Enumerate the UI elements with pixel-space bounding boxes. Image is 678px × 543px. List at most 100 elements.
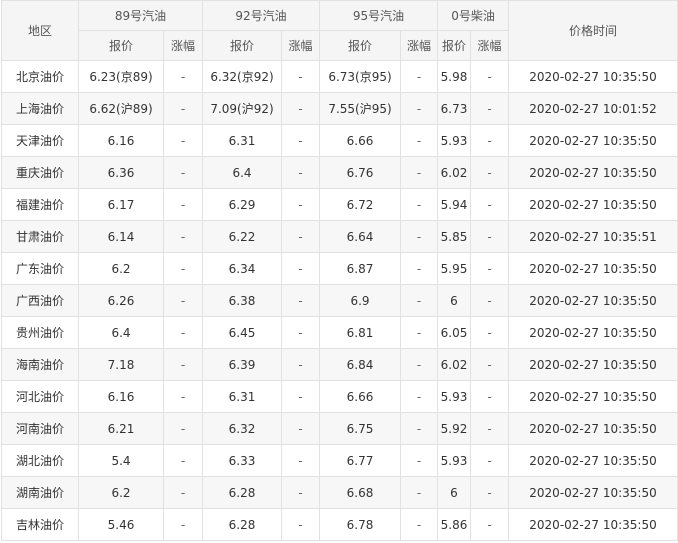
region-cell: 重庆油价 xyxy=(1,156,79,189)
change-0-cell: - xyxy=(469,124,510,157)
change-89-cell: - xyxy=(163,508,203,541)
region-cell: 北京油价 xyxy=(1,60,79,93)
price-89-cell: 6.4 xyxy=(78,316,164,349)
header-fuel-92: 92号汽油 xyxy=(202,0,320,31)
region-cell: 广东油价 xyxy=(1,252,79,285)
region-cell: 贵州油价 xyxy=(1,316,79,349)
change-89-cell: - xyxy=(163,188,203,221)
change-95-cell: - xyxy=(400,188,438,221)
price-0-cell: 6.73 xyxy=(437,92,471,125)
change-0-cell: - xyxy=(469,380,510,413)
price-0-cell: 6 xyxy=(437,284,471,317)
price-time-cell: 2020-02-27 10:35:50 xyxy=(508,188,678,221)
price-92-cell: 6.22 xyxy=(202,220,282,253)
change-0-cell: - xyxy=(469,92,510,125)
price-0-cell: 5.93 xyxy=(437,444,471,477)
price-95-cell: 6.73(京95) xyxy=(319,60,401,93)
price-0-cell: 6.05 xyxy=(437,316,471,349)
change-92-cell: - xyxy=(281,252,320,285)
change-92-cell: - xyxy=(281,508,320,541)
header-price-95: 报价 xyxy=(319,30,401,61)
price-89-cell: 6.26 xyxy=(78,284,164,317)
table-row: 河北油价 6.16-6.31-6.66-5.93-2020-02-27 10:35… xyxy=(1,380,678,413)
price-89-cell: 5.4 xyxy=(78,444,164,477)
change-92-cell: - xyxy=(281,444,320,477)
change-0-cell: - xyxy=(469,60,510,93)
price-0-cell: 5.93 xyxy=(437,124,471,157)
change-92-cell: - xyxy=(281,476,320,509)
price-time-cell: 2020-02-27 10:35:50 xyxy=(508,348,678,381)
change-0-cell: - xyxy=(469,348,510,381)
change-92-cell: - xyxy=(281,412,320,445)
price-95-cell: 6.84 xyxy=(319,348,401,381)
price-89-cell: 6.2 xyxy=(78,476,164,509)
table-row: 河南油价 6.21-6.32-6.75-5.92-2020-02-27 10:35… xyxy=(1,412,678,445)
change-95-cell: - xyxy=(400,476,438,509)
table-row: 天津油价 6.16-6.31-6.66-5.93-2020-02-27 10:35… xyxy=(1,124,678,157)
change-89-cell: - xyxy=(163,380,203,413)
change-95-cell: - xyxy=(400,508,438,541)
header-change-92: 涨幅 xyxy=(281,30,320,61)
price-95-cell: 6.81 xyxy=(319,316,401,349)
change-0-cell: - xyxy=(469,284,510,317)
change-95-cell: - xyxy=(400,380,438,413)
table-row: 湖北油价 5.4-6.33-6.77-5.93-2020-02-27 10:35:… xyxy=(1,444,678,477)
table-row: 上海油价 6.62(沪89) -7.09(沪92) -7.55(沪95) -6.73-2… xyxy=(1,92,678,125)
region-cell: 上海油价 xyxy=(1,92,79,125)
price-92-cell: 6.45 xyxy=(202,316,282,349)
price-89-cell: 6.16 xyxy=(78,380,164,413)
price-time-cell: 2020-02-27 10:35:50 xyxy=(508,380,678,413)
price-time-cell: 2020-02-27 10:35:50 xyxy=(508,508,678,541)
change-89-cell: - xyxy=(163,348,203,381)
change-95-cell: - xyxy=(400,252,438,285)
price-89-cell: 6.14 xyxy=(78,220,164,253)
header-price-89: 报价 xyxy=(78,30,164,61)
table-row: 广西油价 6.26-6.38-6.9-6-2020-02-27 10:35:50 xyxy=(1,284,678,317)
price-time-cell: 2020-02-27 10:35:51 xyxy=(508,220,678,253)
change-92-cell: - xyxy=(281,284,320,317)
change-0-cell: - xyxy=(469,444,510,477)
change-89-cell: - xyxy=(163,412,203,445)
table-row: 贵州油价 6.4-6.45-6.81-6.05-2020-02-27 10:35:… xyxy=(1,316,678,349)
header-change-0: 涨幅 xyxy=(469,30,510,61)
table-header: 地区 89号汽油 92号汽油 95号汽油 0号柴油 价格时间 报价 涨幅 报价 … xyxy=(1,0,678,61)
change-95-cell: - xyxy=(400,284,438,317)
region-cell: 河南油价 xyxy=(1,412,79,445)
price-95-cell: 6.78 xyxy=(319,508,401,541)
change-92-cell: - xyxy=(281,92,320,125)
price-89-cell: 6.16 xyxy=(78,124,164,157)
region-cell: 甘肃油价 xyxy=(1,220,79,253)
region-cell: 河北油价 xyxy=(1,380,79,413)
change-0-cell: - xyxy=(469,188,510,221)
price-89-cell: 7.18 xyxy=(78,348,164,381)
change-92-cell: - xyxy=(281,220,320,253)
price-time-cell: 2020-02-27 10:35:50 xyxy=(508,284,678,317)
change-92-cell: - xyxy=(281,316,320,349)
change-89-cell: - xyxy=(163,476,203,509)
change-89-cell: - xyxy=(163,252,203,285)
price-time-cell: 2020-02-27 10:35:50 xyxy=(508,444,678,477)
change-95-cell: - xyxy=(400,444,438,477)
price-0-cell: 5.93 xyxy=(437,380,471,413)
region-cell: 海南油价 xyxy=(1,348,79,381)
change-92-cell: - xyxy=(281,380,320,413)
price-92-cell: 6.4 xyxy=(202,156,282,189)
change-95-cell: - xyxy=(400,124,438,157)
price-89-cell: 6.23(京89) xyxy=(78,60,164,93)
price-92-cell: 6.33 xyxy=(202,444,282,477)
header-fuel-95: 95号汽油 xyxy=(319,0,438,31)
region-cell: 天津油价 xyxy=(1,124,79,157)
table-row: 福建油价 6.17-6.29-6.72-5.94-2020-02-27 10:35… xyxy=(1,188,678,221)
price-time-cell: 2020-02-27 10:35:50 xyxy=(508,316,678,349)
change-95-cell: - xyxy=(400,412,438,445)
change-0-cell: - xyxy=(469,220,510,253)
change-0-cell: - xyxy=(469,156,510,189)
change-89-cell: - xyxy=(163,444,203,477)
table-row: 吉林油价 5.46-6.28-6.78-5.86-2020-02-27 10:35… xyxy=(1,508,678,541)
change-0-cell: - xyxy=(469,476,510,509)
region-cell: 广西油价 xyxy=(1,284,79,317)
table-row: 甘肃油价 6.14-6.22-6.64-5.85-2020-02-27 10:35… xyxy=(1,220,678,253)
price-0-cell: 5.92 xyxy=(437,412,471,445)
price-92-cell: 6.28 xyxy=(202,508,282,541)
price-95-cell: 6.75 xyxy=(319,412,401,445)
